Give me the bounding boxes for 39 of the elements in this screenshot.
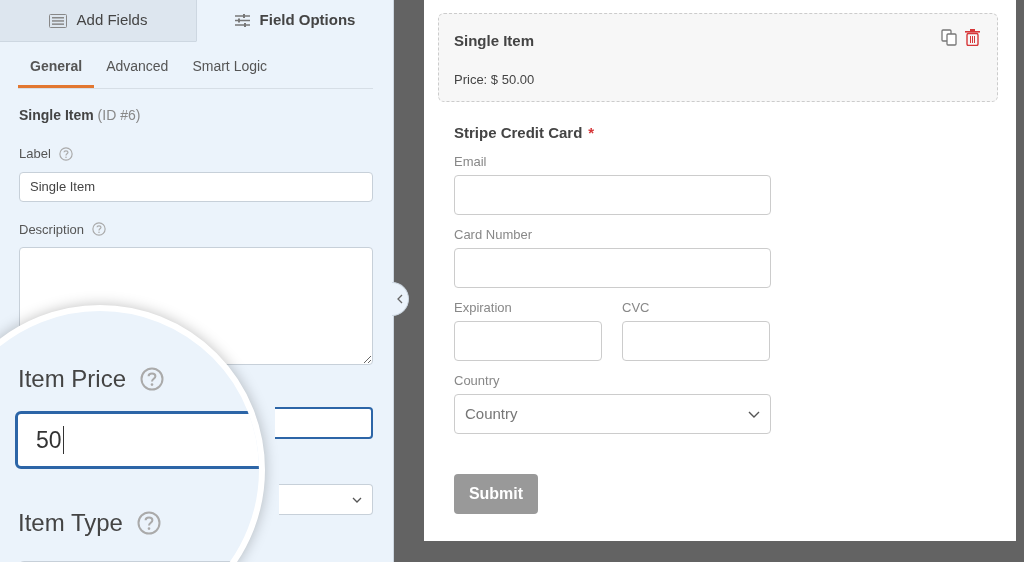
panel-tab[interactable]: Add Fields [0, 0, 196, 42]
text-field[interactable]: Single Item [19, 171, 373, 202]
required-mark: * [588, 124, 595, 141]
help-icon [58, 146, 73, 161]
sub-tab[interactable]: Advanced [94, 50, 181, 88]
price-field[interactable]: 50 [15, 411, 259, 469]
field-label: Description [19, 220, 85, 239]
field-label: Label [19, 145, 51, 163]
help-icon [140, 367, 165, 391]
text-field[interactable] [454, 248, 771, 288]
text-field[interactable] [454, 175, 771, 215]
chevron-left-icon [397, 294, 403, 304]
sub-tab[interactable]: General [18, 50, 95, 88]
country-select[interactable]: Country [454, 394, 771, 434]
sub-tab[interactable]: Smart Logic [180, 50, 280, 88]
price-field[interactable] [275, 407, 373, 439]
chevron-down-icon [352, 496, 362, 503]
field-label: Country [454, 373, 501, 389]
price-text: Price: $ 50.00 [454, 70, 536, 89]
sliders-icon [234, 14, 250, 27]
field-title: Stripe Credit Card [454, 124, 583, 141]
duplicate-icon[interactable] [941, 29, 958, 46]
field-label: Email [454, 154, 488, 170]
help-icon [136, 511, 161, 535]
field-card[interactable]: Single Item Price: $ 50.00 [438, 13, 998, 102]
trash-icon[interactable] [965, 29, 980, 46]
chevron-down-icon [748, 410, 760, 418]
field-title: Single Item [454, 31, 535, 51]
type-select[interactable] [279, 484, 373, 515]
text-field[interactable] [454, 321, 602, 361]
field-heading: Single Item (ID #6) [19, 106, 142, 125]
field-label: Item Price [18, 364, 127, 394]
field-label: CVC [622, 300, 651, 316]
field-label: Card Number [454, 227, 534, 243]
help-icon [92, 222, 107, 237]
text-field[interactable] [622, 321, 770, 361]
field-label: Item Type [18, 508, 123, 538]
list-icon [48, 13, 67, 28]
field-label: Expiration [454, 300, 513, 316]
